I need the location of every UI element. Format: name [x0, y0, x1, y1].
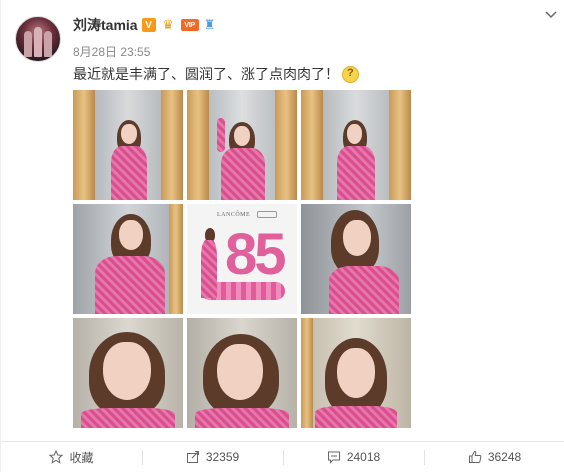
- share-count: 32359: [205, 450, 240, 464]
- photo-8[interactable]: [187, 318, 297, 428]
- share-button[interactable]: 32359: [142, 442, 283, 472]
- photo-grid: LANCÔME 85: [73, 90, 411, 430]
- share-icon: [186, 451, 199, 463]
- star-icon: [49, 450, 64, 464]
- username-link[interactable]: 刘涛tamia: [73, 15, 138, 35]
- verified-badge-icon[interactable]: V: [141, 18, 156, 32]
- photo-9[interactable]: [301, 318, 411, 428]
- brand-label: LANCÔME: [217, 212, 251, 218]
- comment-button[interactable]: 24018: [283, 442, 424, 472]
- like-button[interactable]: 36248: [424, 442, 564, 472]
- photo-2[interactable]: [187, 90, 297, 200]
- doubt-face-emoji-icon: [342, 65, 359, 83]
- photo-6[interactable]: [301, 204, 411, 314]
- post-action-bar: 收藏 32359 24018 36248: [1, 441, 564, 472]
- post-text: 最近就是丰满了、圆润了、涨了点肉肉了！: [73, 63, 359, 85]
- comment-icon: [327, 451, 340, 464]
- thumbs-up-icon: [468, 450, 482, 463]
- fan-badge-icon[interactable]: ♜: [203, 17, 217, 33]
- chevron-down-icon[interactable]: [544, 10, 558, 20]
- favorite-label: 收藏: [69, 450, 94, 465]
- post-timestamp[interactable]: 8月28日 23:55: [73, 43, 150, 60]
- favorite-button[interactable]: 收藏: [1, 442, 142, 472]
- photo-5-lancome-display[interactable]: LANCÔME 85: [187, 204, 297, 314]
- photo-1[interactable]: [73, 90, 183, 200]
- comment-count: 24018: [346, 450, 381, 464]
- crown-icon[interactable]: ♛: [160, 17, 177, 33]
- weibo-post-card: 刘涛tamia V ♛ VIP ♜ 8月28日 23:55 最近就是丰满了、圆润…: [0, 0, 564, 472]
- photo-3[interactable]: [301, 90, 411, 200]
- post-text-content: 最近就是丰满了、圆润了、涨了点肉肉了！: [73, 66, 339, 82]
- vip-badge-icon[interactable]: VIP: [180, 19, 199, 31]
- avatar[interactable]: [15, 16, 61, 62]
- photo-4[interactable]: [73, 204, 183, 314]
- photo-7[interactable]: [73, 318, 183, 428]
- number-85-display: 85: [225, 222, 286, 287]
- like-count: 36248: [487, 450, 522, 464]
- post-header: 刘涛tamia V ♛ VIP ♜: [73, 15, 217, 35]
